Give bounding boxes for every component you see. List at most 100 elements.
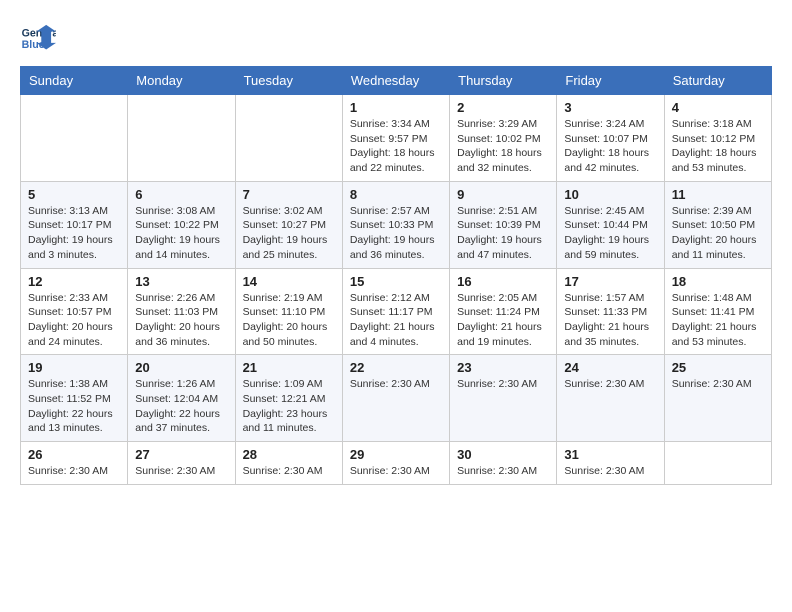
day-cell: 9 Sunrise: 2:51 AMSunset: 10:39 PMDayligh… bbox=[450, 181, 557, 268]
header-sunday: Sunday bbox=[21, 67, 128, 95]
day-cell: 6 Sunrise: 3:08 AMSunset: 10:22 PMDayligh… bbox=[128, 181, 235, 268]
calendar-header-row: SundayMondayTuesdayWednesdayThursdayFrid… bbox=[21, 67, 772, 95]
day-info: Sunrise: 2:19 AMSunset: 11:10 PMDaylight… bbox=[243, 291, 335, 350]
day-info: Sunrise: 2:30 AM bbox=[135, 464, 227, 479]
header-saturday: Saturday bbox=[664, 67, 771, 95]
day-info: Sunrise: 3:08 AMSunset: 10:22 PMDaylight… bbox=[135, 204, 227, 263]
week-row-3: 12 Sunrise: 2:33 AMSunset: 10:57 PMDaylig… bbox=[21, 268, 772, 355]
day-cell: 17 Sunrise: 1:57 AMSunset: 11:33 PMDaylig… bbox=[557, 268, 664, 355]
day-number: 25 bbox=[672, 360, 764, 375]
header-wednesday: Wednesday bbox=[342, 67, 449, 95]
day-cell: 2 Sunrise: 3:29 AMSunset: 10:02 PMDayligh… bbox=[450, 95, 557, 182]
day-number: 20 bbox=[135, 360, 227, 375]
day-info: Sunrise: 1:38 AMSunset: 11:52 PMDaylight… bbox=[28, 377, 120, 436]
day-cell bbox=[235, 95, 342, 182]
week-row-1: 1 Sunrise: 3:34 AMSunset: 9:57 PMDaylight… bbox=[21, 95, 772, 182]
header-thursday: Thursday bbox=[450, 67, 557, 95]
week-row-4: 19 Sunrise: 1:38 AMSunset: 11:52 PMDaylig… bbox=[21, 355, 772, 442]
header-friday: Friday bbox=[557, 67, 664, 95]
day-number: 22 bbox=[350, 360, 442, 375]
day-number: 12 bbox=[28, 274, 120, 289]
day-number: 18 bbox=[672, 274, 764, 289]
day-info: Sunrise: 3:29 AMSunset: 10:02 PMDaylight… bbox=[457, 117, 549, 176]
day-number: 27 bbox=[135, 447, 227, 462]
day-cell bbox=[664, 442, 771, 485]
day-info: Sunrise: 2:30 AM bbox=[457, 464, 549, 479]
day-number: 21 bbox=[243, 360, 335, 375]
day-info: Sunrise: 2:30 AM bbox=[243, 464, 335, 479]
day-cell: 10 Sunrise: 2:45 AMSunset: 10:44 PMDaylig… bbox=[557, 181, 664, 268]
day-info: Sunrise: 2:57 AMSunset: 10:33 PMDaylight… bbox=[350, 204, 442, 263]
day-info: Sunrise: 3:24 AMSunset: 10:07 PMDaylight… bbox=[564, 117, 656, 176]
day-number: 1 bbox=[350, 100, 442, 115]
week-row-5: 26Sunrise: 2:30 AM27Sunrise: 2:30 AM28Su… bbox=[21, 442, 772, 485]
day-number: 7 bbox=[243, 187, 335, 202]
day-cell: 26Sunrise: 2:30 AM bbox=[21, 442, 128, 485]
day-info: Sunrise: 2:51 AMSunset: 10:39 PMDaylight… bbox=[457, 204, 549, 263]
day-number: 26 bbox=[28, 447, 120, 462]
day-info: Sunrise: 1:57 AMSunset: 11:33 PMDaylight… bbox=[564, 291, 656, 350]
day-cell: 20Sunrise: 1:26 AMSunset: 12:04 AMDaylig… bbox=[128, 355, 235, 442]
day-info: Sunrise: 1:09 AMSunset: 12:21 AMDaylight… bbox=[243, 377, 335, 436]
week-row-2: 5 Sunrise: 3:13 AMSunset: 10:17 PMDayligh… bbox=[21, 181, 772, 268]
day-cell: 25 Sunrise: 2:30 AM bbox=[664, 355, 771, 442]
day-cell bbox=[128, 95, 235, 182]
day-number: 31 bbox=[564, 447, 656, 462]
day-info: Sunrise: 2:30 AM bbox=[457, 377, 549, 392]
day-cell: 28 Sunrise: 2:30 AM bbox=[235, 442, 342, 485]
day-cell: 15Sunrise: 2:12 AMSunset: 11:17 PMDaylig… bbox=[342, 268, 449, 355]
day-number: 24 bbox=[564, 360, 656, 375]
day-info: Sunrise: 2:26 AMSunset: 11:03 PMDaylight… bbox=[135, 291, 227, 350]
day-cell: 14 Sunrise: 2:19 AMSunset: 11:10 PMDaylig… bbox=[235, 268, 342, 355]
day-number: 5 bbox=[28, 187, 120, 202]
day-info: Sunrise: 2:30 AM bbox=[564, 377, 656, 392]
logo-icon: General Blue bbox=[20, 20, 56, 56]
day-cell: 8Sunrise: 2:57 AMSunset: 10:33 PMDayligh… bbox=[342, 181, 449, 268]
day-cell: 27 Sunrise: 2:30 AM bbox=[128, 442, 235, 485]
day-number: 6 bbox=[135, 187, 227, 202]
day-number: 14 bbox=[243, 274, 335, 289]
day-number: 23 bbox=[457, 360, 549, 375]
day-number: 28 bbox=[243, 447, 335, 462]
day-cell: 30Sunrise: 2:30 AM bbox=[450, 442, 557, 485]
day-info: Sunrise: 2:30 AM bbox=[350, 464, 442, 479]
day-cell: 24 Sunrise: 2:30 AM bbox=[557, 355, 664, 442]
day-info: Sunrise: 3:02 AMSunset: 10:27 PMDaylight… bbox=[243, 204, 335, 263]
day-info: Sunrise: 3:13 AMSunset: 10:17 PMDaylight… bbox=[28, 204, 120, 263]
day-number: 4 bbox=[672, 100, 764, 115]
day-info: Sunrise: 3:34 AMSunset: 9:57 PMDaylight:… bbox=[350, 117, 442, 176]
day-info: Sunrise: 2:33 AMSunset: 10:57 PMDaylight… bbox=[28, 291, 120, 350]
day-cell: 3 Sunrise: 3:24 AMSunset: 10:07 PMDayligh… bbox=[557, 95, 664, 182]
day-info: Sunrise: 2:05 AMSunset: 11:24 PMDaylight… bbox=[457, 291, 549, 350]
day-cell: 18 Sunrise: 1:48 AMSunset: 11:41 PMDaylig… bbox=[664, 268, 771, 355]
day-info: Sunrise: 2:12 AMSunset: 11:17 PMDaylight… bbox=[350, 291, 442, 350]
day-number: 9 bbox=[457, 187, 549, 202]
day-number: 2 bbox=[457, 100, 549, 115]
day-cell: 7 Sunrise: 3:02 AMSunset: 10:27 PMDayligh… bbox=[235, 181, 342, 268]
day-cell: 5 Sunrise: 3:13 AMSunset: 10:17 PMDayligh… bbox=[21, 181, 128, 268]
day-cell: 13 Sunrise: 2:26 AMSunset: 11:03 PMDaylig… bbox=[128, 268, 235, 355]
day-cell: 31 Sunrise: 2:30 AM bbox=[557, 442, 664, 485]
day-number: 17 bbox=[564, 274, 656, 289]
day-number: 11 bbox=[672, 187, 764, 202]
day-number: 3 bbox=[564, 100, 656, 115]
calendar-table: SundayMondayTuesdayWednesdayThursdayFrid… bbox=[20, 66, 772, 485]
day-cell: 21 Sunrise: 1:09 AMSunset: 12:21 AMDaylig… bbox=[235, 355, 342, 442]
day-info: Sunrise: 2:30 AM bbox=[672, 377, 764, 392]
page-header: General Blue bbox=[20, 20, 772, 56]
day-cell: 4 Sunrise: 3:18 AMSunset: 10:12 PMDayligh… bbox=[664, 95, 771, 182]
header-monday: Monday bbox=[128, 67, 235, 95]
day-cell: 11 Sunrise: 2:39 AMSunset: 10:50 PMDaylig… bbox=[664, 181, 771, 268]
day-info: Sunrise: 3:18 AMSunset: 10:12 PMDaylight… bbox=[672, 117, 764, 176]
day-cell: 19 Sunrise: 1:38 AMSunset: 11:52 PMDaylig… bbox=[21, 355, 128, 442]
day-number: 10 bbox=[564, 187, 656, 202]
day-number: 19 bbox=[28, 360, 120, 375]
day-info: Sunrise: 2:39 AMSunset: 10:50 PMDaylight… bbox=[672, 204, 764, 263]
day-info: Sunrise: 2:30 AM bbox=[564, 464, 656, 479]
day-cell bbox=[21, 95, 128, 182]
day-cell: 23 Sunrise: 2:30 AM bbox=[450, 355, 557, 442]
day-cell: 29Sunrise: 2:30 AM bbox=[342, 442, 449, 485]
day-info: Sunrise: 1:48 AMSunset: 11:41 PMDaylight… bbox=[672, 291, 764, 350]
day-info: Sunrise: 2:45 AMSunset: 10:44 PMDaylight… bbox=[564, 204, 656, 263]
day-number: 13 bbox=[135, 274, 227, 289]
